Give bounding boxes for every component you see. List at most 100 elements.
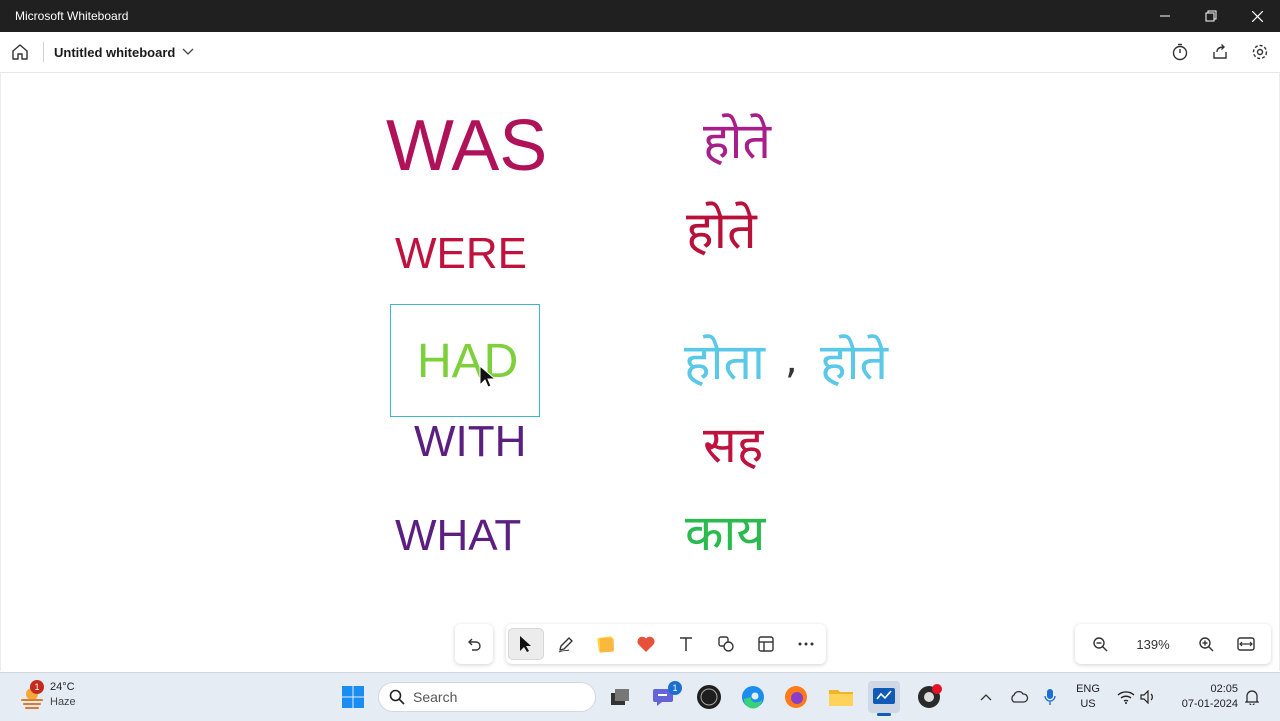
ink-word-hindi-2[interactable]: होते bbox=[686, 205, 757, 257]
shapes-tool-button[interactable] bbox=[708, 628, 744, 660]
gear-icon bbox=[1252, 44, 1268, 60]
more-tools-button[interactable] bbox=[788, 628, 824, 660]
zoom-toolbar: 139% bbox=[1075, 624, 1271, 664]
cloud-icon bbox=[1011, 690, 1029, 703]
ink-word-were[interactable]: WERE bbox=[395, 232, 527, 276]
wifi-button[interactable] bbox=[1116, 673, 1136, 721]
window-titlebar: Microsoft Whiteboard bbox=[0, 0, 1280, 32]
board-title[interactable]: Untitled whiteboard bbox=[54, 45, 175, 60]
wifi-icon bbox=[1117, 691, 1135, 704]
timer-icon bbox=[1172, 43, 1188, 61]
onedrive-button[interactable] bbox=[1008, 673, 1030, 721]
volume-button[interactable] bbox=[1138, 673, 1158, 721]
whiteboard-app-icon bbox=[873, 688, 895, 704]
ink-word-hindi-6[interactable]: काय bbox=[685, 508, 765, 558]
ink-word-was[interactable]: WAS bbox=[386, 110, 547, 182]
whiteboard-canvas[interactable] bbox=[0, 73, 1280, 671]
app-bar: Untitled whiteboard bbox=[0, 32, 1280, 73]
zoom-in-button[interactable] bbox=[1188, 628, 1224, 660]
chevron-up-icon bbox=[980, 694, 992, 701]
show-hidden-icons-button[interactable] bbox=[978, 673, 994, 721]
task-view-button[interactable] bbox=[604, 681, 636, 713]
sticky-note-button[interactable] bbox=[588, 628, 624, 660]
clock-date: 07-01-2024 bbox=[1181, 698, 1238, 710]
fit-screen-icon bbox=[1237, 637, 1255, 651]
ink-word-had[interactable]: HAD bbox=[417, 338, 518, 386]
zoom-in-icon bbox=[1199, 637, 1214, 652]
start-button[interactable] bbox=[337, 681, 369, 713]
share-icon bbox=[1213, 44, 1227, 59]
pen-icon bbox=[558, 637, 573, 653]
zoom-out-button[interactable] bbox=[1082, 628, 1118, 660]
ink-word-what[interactable]: WHAT bbox=[395, 514, 521, 558]
edge-button[interactable] bbox=[737, 681, 769, 713]
firefox-button[interactable] bbox=[780, 681, 812, 713]
zoom-out-icon bbox=[1093, 637, 1108, 652]
fit-to-screen-button[interactable] bbox=[1228, 628, 1264, 660]
home-button[interactable] bbox=[0, 32, 40, 72]
select-tool-button[interactable] bbox=[508, 628, 544, 660]
edge-icon bbox=[742, 686, 764, 709]
app-pw-button[interactable] bbox=[693, 681, 725, 713]
ink-word-with[interactable]: WITH bbox=[414, 420, 526, 464]
close-icon bbox=[1251, 10, 1263, 22]
templates-button[interactable] bbox=[748, 628, 784, 660]
divider bbox=[43, 42, 44, 62]
text-tool-button[interactable] bbox=[668, 628, 704, 660]
windows-logo-icon bbox=[342, 686, 364, 708]
more-icon bbox=[798, 642, 814, 646]
home-icon bbox=[12, 44, 28, 60]
pw-app-icon bbox=[697, 685, 721, 709]
settings-button[interactable] bbox=[1240, 32, 1280, 72]
restore-button[interactable] bbox=[1188, 0, 1234, 32]
microphone-button[interactable] bbox=[1041, 673, 1059, 721]
ink-word-hindi-3[interactable]: होता bbox=[684, 337, 765, 387]
clock[interactable]: 02:05 07-01-2024 bbox=[1168, 673, 1238, 721]
share-button[interactable] bbox=[1200, 32, 1240, 72]
obs-button[interactable] bbox=[913, 681, 945, 713]
firefox-icon bbox=[785, 686, 807, 708]
file-explorer-button[interactable] bbox=[825, 681, 857, 713]
pen-tool-button[interactable] bbox=[548, 628, 584, 660]
shapes-icon bbox=[718, 636, 734, 652]
close-button[interactable] bbox=[1234, 0, 1280, 32]
language-code: ENG bbox=[1076, 683, 1100, 695]
chat-button[interactable]: 1 bbox=[648, 681, 682, 713]
undo-button[interactable] bbox=[457, 628, 491, 660]
weather-badge: 1 bbox=[30, 680, 44, 694]
tools-toolbar bbox=[506, 624, 826, 664]
taskbar-search[interactable]: Search bbox=[378, 682, 596, 712]
weather-temperature: 24°C bbox=[50, 681, 75, 693]
ink-word-hindi-1[interactable]: होते bbox=[703, 116, 771, 166]
text-icon bbox=[680, 637, 692, 651]
bell-icon bbox=[1245, 690, 1259, 705]
timer-button[interactable] bbox=[1160, 32, 1200, 72]
zoom-level[interactable]: 139% bbox=[1120, 637, 1186, 652]
minimize-button[interactable] bbox=[1142, 0, 1188, 32]
restore-icon bbox=[1205, 10, 1217, 22]
weather-widget[interactable]: 1 24°C Haze bbox=[16, 679, 76, 711]
windows-taskbar: 1 24°C Haze Search 1 ENG US 02:05 07-01-… bbox=[0, 672, 1280, 721]
ink-word-hindi-4[interactable]: होते bbox=[820, 337, 888, 387]
templates-icon bbox=[758, 636, 774, 652]
chevron-down-icon bbox=[182, 48, 194, 55]
notifications-button[interactable] bbox=[1243, 673, 1261, 721]
board-title-dropdown[interactable] bbox=[182, 48, 194, 56]
window-title: Microsoft Whiteboard bbox=[15, 9, 129, 23]
mouse-cursor-icon bbox=[479, 365, 497, 388]
folder-icon bbox=[829, 690, 853, 706]
weather-condition: Haze bbox=[50, 696, 76, 708]
active-app-indicator bbox=[877, 713, 891, 716]
clock-time: 02:05 bbox=[1210, 683, 1238, 695]
minimize-icon bbox=[1160, 15, 1170, 17]
pointer-icon bbox=[520, 636, 531, 652]
whiteboard-app-button[interactable] bbox=[868, 681, 900, 716]
undo-icon bbox=[468, 638, 481, 651]
language-indicator[interactable]: ENG US bbox=[1070, 673, 1106, 721]
ink-word-hindi-5[interactable]: सह bbox=[703, 420, 763, 470]
ink-comma[interactable]: , bbox=[785, 340, 798, 380]
reactions-button[interactable] bbox=[628, 628, 664, 660]
heart-icon bbox=[637, 636, 655, 652]
chat-badge: 1 bbox=[668, 681, 682, 695]
task-view-icon bbox=[611, 689, 629, 705]
